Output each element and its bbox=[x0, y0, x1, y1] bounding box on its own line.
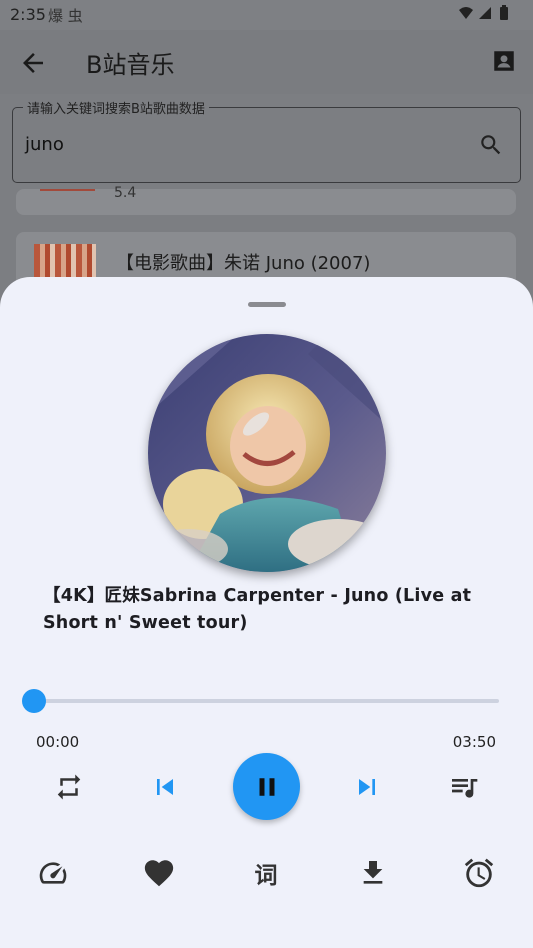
thumbnail bbox=[40, 189, 95, 191]
system-status-icons bbox=[457, 5, 519, 27]
repeat-icon[interactable] bbox=[50, 770, 88, 804]
app-bar: B站音乐 bbox=[0, 30, 533, 94]
song-title: 【4K】匠妹Sabrina Carpenter - Juno (Live at … bbox=[43, 586, 472, 633]
lyrics-label: 词 bbox=[254, 863, 278, 889]
album-cover bbox=[148, 334, 386, 572]
search-input[interactable]: juno bbox=[25, 134, 64, 155]
download-icon[interactable] bbox=[354, 855, 392, 891]
player-sheet: 【4K】匠妹Sabrina Carpenter - Juno (Live at … bbox=[0, 277, 533, 948]
progress-thumb[interactable] bbox=[22, 689, 46, 713]
wifi-signal-battery-icon bbox=[459, 5, 508, 20]
progress-slider[interactable] bbox=[22, 689, 499, 713]
arrow-back-icon[interactable] bbox=[18, 48, 48, 78]
current-time: 00:00 bbox=[36, 733, 80, 751]
thumbnail bbox=[34, 244, 96, 278]
notification-icons: 爆 虫 bbox=[48, 7, 83, 25]
play-count: 5.4 bbox=[114, 185, 137, 201]
speed-icon[interactable] bbox=[34, 855, 72, 891]
skip-previous-icon[interactable] bbox=[146, 770, 184, 804]
search-icon[interactable] bbox=[478, 132, 504, 158]
favorite-icon[interactable] bbox=[140, 855, 178, 891]
result-title: 【电影歌曲】朱诺 Juno (2007) bbox=[116, 253, 371, 274]
skip-next-icon[interactable] bbox=[348, 770, 386, 804]
lyrics-icon[interactable]: 词 bbox=[247, 855, 285, 891]
playlist-icon[interactable] bbox=[444, 770, 484, 804]
search-label: 请输入关键词搜索B站歌曲数据 bbox=[23, 98, 209, 117]
status-time: 2:35 bbox=[10, 5, 46, 24]
search-field[interactable]: 请输入关键词搜索B站歌曲数据 juno bbox=[12, 98, 521, 183]
pause-button[interactable] bbox=[233, 753, 300, 820]
list-item[interactable]: 5.4 bbox=[16, 185, 516, 215]
page-title: B站音乐 bbox=[86, 51, 175, 79]
pause-icon bbox=[259, 777, 274, 796]
progress-track bbox=[34, 699, 499, 703]
status-bar: 2:35 爆 虫 bbox=[0, 0, 533, 30]
total-time: 03:50 bbox=[452, 733, 496, 751]
contact-card-icon[interactable] bbox=[491, 48, 517, 74]
alarm-icon[interactable] bbox=[460, 855, 498, 891]
drag-handle[interactable] bbox=[248, 302, 286, 307]
